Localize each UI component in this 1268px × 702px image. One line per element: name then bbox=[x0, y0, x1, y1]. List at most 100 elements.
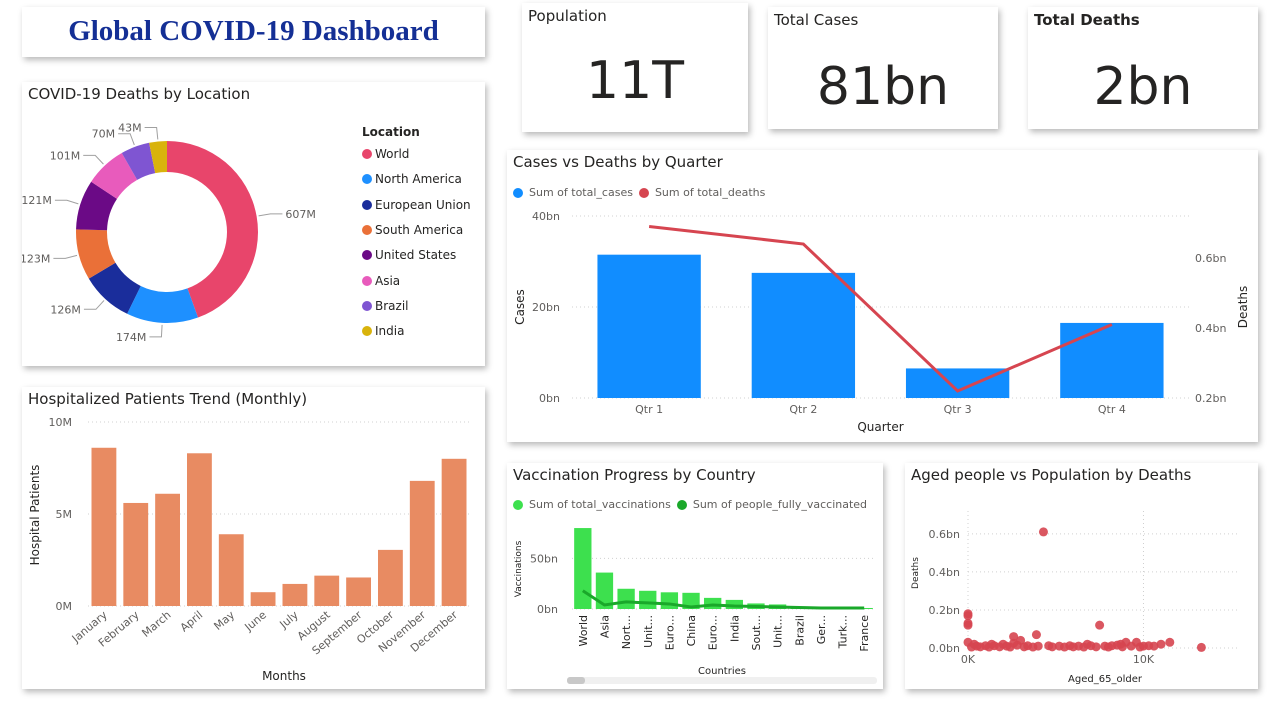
kpi-total-deaths-label: Total Deaths bbox=[1034, 11, 1140, 29]
vaccination-progress-card[interactable]: Vaccination Progress by Country Sum of t… bbox=[507, 463, 883, 689]
location-legend-title: Location bbox=[362, 125, 420, 139]
bar-vacc-6 bbox=[704, 597, 722, 609]
x-tick-label-6: Euro... bbox=[707, 615, 720, 650]
deaths-by-location-card[interactable]: COVID-19 Deaths by Location 607M 174M 126M… bbox=[22, 82, 485, 366]
y-tick-label-3: 0.6bn bbox=[929, 528, 960, 541]
donut-leader-european-union bbox=[83, 300, 105, 310]
x-tick-label-5: China bbox=[685, 615, 698, 646]
scatter-point-43 bbox=[1028, 642, 1038, 652]
donut-leader-south-america bbox=[53, 254, 78, 259]
donut-data-label-united-states: 121M bbox=[22, 194, 52, 207]
kpi-population-card[interactable]: Population 11T bbox=[522, 3, 748, 132]
y-tick-label-1: 5M bbox=[56, 508, 73, 521]
legend-label-south-america: South America bbox=[375, 222, 464, 237]
legend-swatch-brazil bbox=[362, 300, 372, 311]
donut-data-label-asia: 101M bbox=[50, 149, 81, 162]
x-tick-label-0: 0K bbox=[961, 653, 976, 666]
legend-swatch-world bbox=[362, 149, 372, 159]
bar-july bbox=[282, 583, 308, 606]
x-tick-label-march: March bbox=[139, 608, 173, 640]
scatter-point-40 bbox=[995, 642, 1005, 652]
bar-cases-qtr-1 bbox=[597, 254, 701, 398]
hospitalized-trend-card[interactable]: Hospitalized Patients Trend (Monthly) 0M… bbox=[22, 387, 485, 689]
legend-label-european-union: European Union bbox=[375, 197, 471, 212]
bar-may bbox=[218, 534, 244, 606]
bar-cases-qtr-2 bbox=[751, 272, 856, 398]
bar-august bbox=[314, 575, 340, 606]
bar-cases-qtr-3 bbox=[905, 368, 1010, 398]
x-tick-label-june: June bbox=[242, 608, 270, 634]
bar-cases-qtr-4 bbox=[1060, 322, 1164, 398]
y-tick-label-1: 0.2bn bbox=[929, 604, 960, 617]
cases-vs-deaths-card[interactable]: Cases vs Deaths by Quarter Sum of total_… bbox=[507, 150, 1258, 442]
y-tick-label-1: 50bn bbox=[530, 552, 558, 565]
y-axis-label: Hospital Patients bbox=[28, 465, 42, 566]
legend-item-india[interactable]: India bbox=[362, 324, 404, 338]
scrollbar-thumb[interactable] bbox=[567, 677, 585, 684]
y2-axis-label: Deaths bbox=[1236, 286, 1250, 329]
x-axis-label: Aged_65_older bbox=[1068, 674, 1143, 685]
scatter-point-0 bbox=[1038, 527, 1048, 537]
scatter-point-54 bbox=[1009, 638, 1019, 648]
bar-september bbox=[346, 577, 371, 606]
legend-swatch-india bbox=[362, 326, 372, 337]
donut-data-label-european-union: 126M bbox=[50, 303, 81, 316]
x-tick-label-8: Sout... bbox=[750, 615, 763, 651]
aged-vs-population-card[interactable]: Aged people vs Population by Deaths 0.0b… bbox=[905, 463, 1258, 689]
y-tick-label-0: 0bn bbox=[537, 603, 558, 616]
legend-item-european-union[interactable]: European Union bbox=[362, 198, 471, 212]
scatter-point-7 bbox=[1031, 630, 1041, 640]
x-axis-label: Months bbox=[262, 669, 306, 683]
donut-leader-india bbox=[144, 127, 159, 140]
scatter-point-42 bbox=[1019, 642, 1029, 652]
y-tick-label-2: 0.4bn bbox=[929, 566, 960, 579]
y-axis-label: Deaths bbox=[911, 557, 921, 589]
donut-leader-united-states bbox=[54, 199, 79, 205]
donut-data-label-india: 43M bbox=[118, 122, 142, 135]
x-tick-label-13: France bbox=[858, 615, 871, 652]
x-tick-label-qtr-1: Qtr 1 bbox=[635, 403, 663, 416]
scatter-point-52 bbox=[969, 639, 979, 649]
horizontal-scrollbar[interactable] bbox=[567, 677, 877, 684]
legend-item-world[interactable]: World bbox=[362, 147, 409, 161]
bar-november bbox=[409, 480, 435, 606]
kpi-total-deaths-value: 2bn bbox=[1093, 57, 1193, 117]
bar-vacc-3 bbox=[639, 590, 657, 609]
y-tick-label-0: 0bn bbox=[539, 392, 560, 405]
donut-data-label-south-america: 123M bbox=[22, 252, 50, 265]
legend-label-united-states: United States bbox=[375, 248, 457, 263]
kpi-total-cases-label: Total Cases bbox=[774, 11, 859, 29]
kpi-total-cases-card[interactable]: Total Cases 81bn bbox=[768, 7, 998, 129]
y-tick-label-0: 0.0bn bbox=[929, 642, 960, 655]
dashboard-title: Global COVID-19 Dashboard bbox=[68, 15, 439, 47]
scatter-point-34 bbox=[1126, 641, 1136, 651]
legend-label-brazil: Brazil bbox=[375, 298, 409, 313]
x-tick-label-10: Brazil bbox=[793, 615, 806, 646]
legend-label-asia: Asia bbox=[375, 273, 401, 288]
scatter-point-36 bbox=[1149, 641, 1159, 651]
scatter-point-50 bbox=[1117, 642, 1127, 652]
legend-swatch-asia bbox=[362, 275, 372, 286]
y-axis-label: Vaccinations bbox=[514, 540, 524, 597]
scatter-point-53 bbox=[987, 639, 997, 649]
legend-item-north-america[interactable]: North America bbox=[362, 172, 462, 186]
vaccination-progress-chart: 0bn 50bn World Asia Nort... Unit... Euro... Chi… bbox=[514, 528, 875, 677]
hospitalized-trend-chart: 0M5M10MJanuaryFebruaryMarch April May June J… bbox=[28, 416, 470, 683]
kpi-population-value: 11T bbox=[586, 51, 684, 111]
kpi-total-deaths-card[interactable]: Total Deaths 2bn bbox=[1028, 7, 1258, 129]
scatter-point-46 bbox=[1068, 642, 1078, 652]
scatter-point-48 bbox=[1091, 642, 1101, 652]
y-tick-label-2: 40bn bbox=[532, 210, 560, 223]
bar-april bbox=[187, 453, 212, 606]
y-tick-label-2: 10M bbox=[49, 416, 73, 429]
donut-data-label-world: 607M bbox=[285, 208, 316, 221]
legend-item-brazil[interactable]: Brazil bbox=[362, 299, 409, 313]
legend-item-south-america[interactable]: South America bbox=[362, 223, 463, 237]
legend-swatch-north-america bbox=[362, 174, 372, 185]
bar-december bbox=[441, 458, 467, 606]
legend-item-united-states[interactable]: United States bbox=[362, 248, 456, 262]
y2-tick-label-1: 0.4bn bbox=[1195, 322, 1226, 335]
legend-item-asia[interactable]: Asia bbox=[362, 274, 400, 288]
x-tick-label-12: Turk... bbox=[837, 615, 850, 649]
legend-swatch-united-states bbox=[362, 250, 372, 261]
